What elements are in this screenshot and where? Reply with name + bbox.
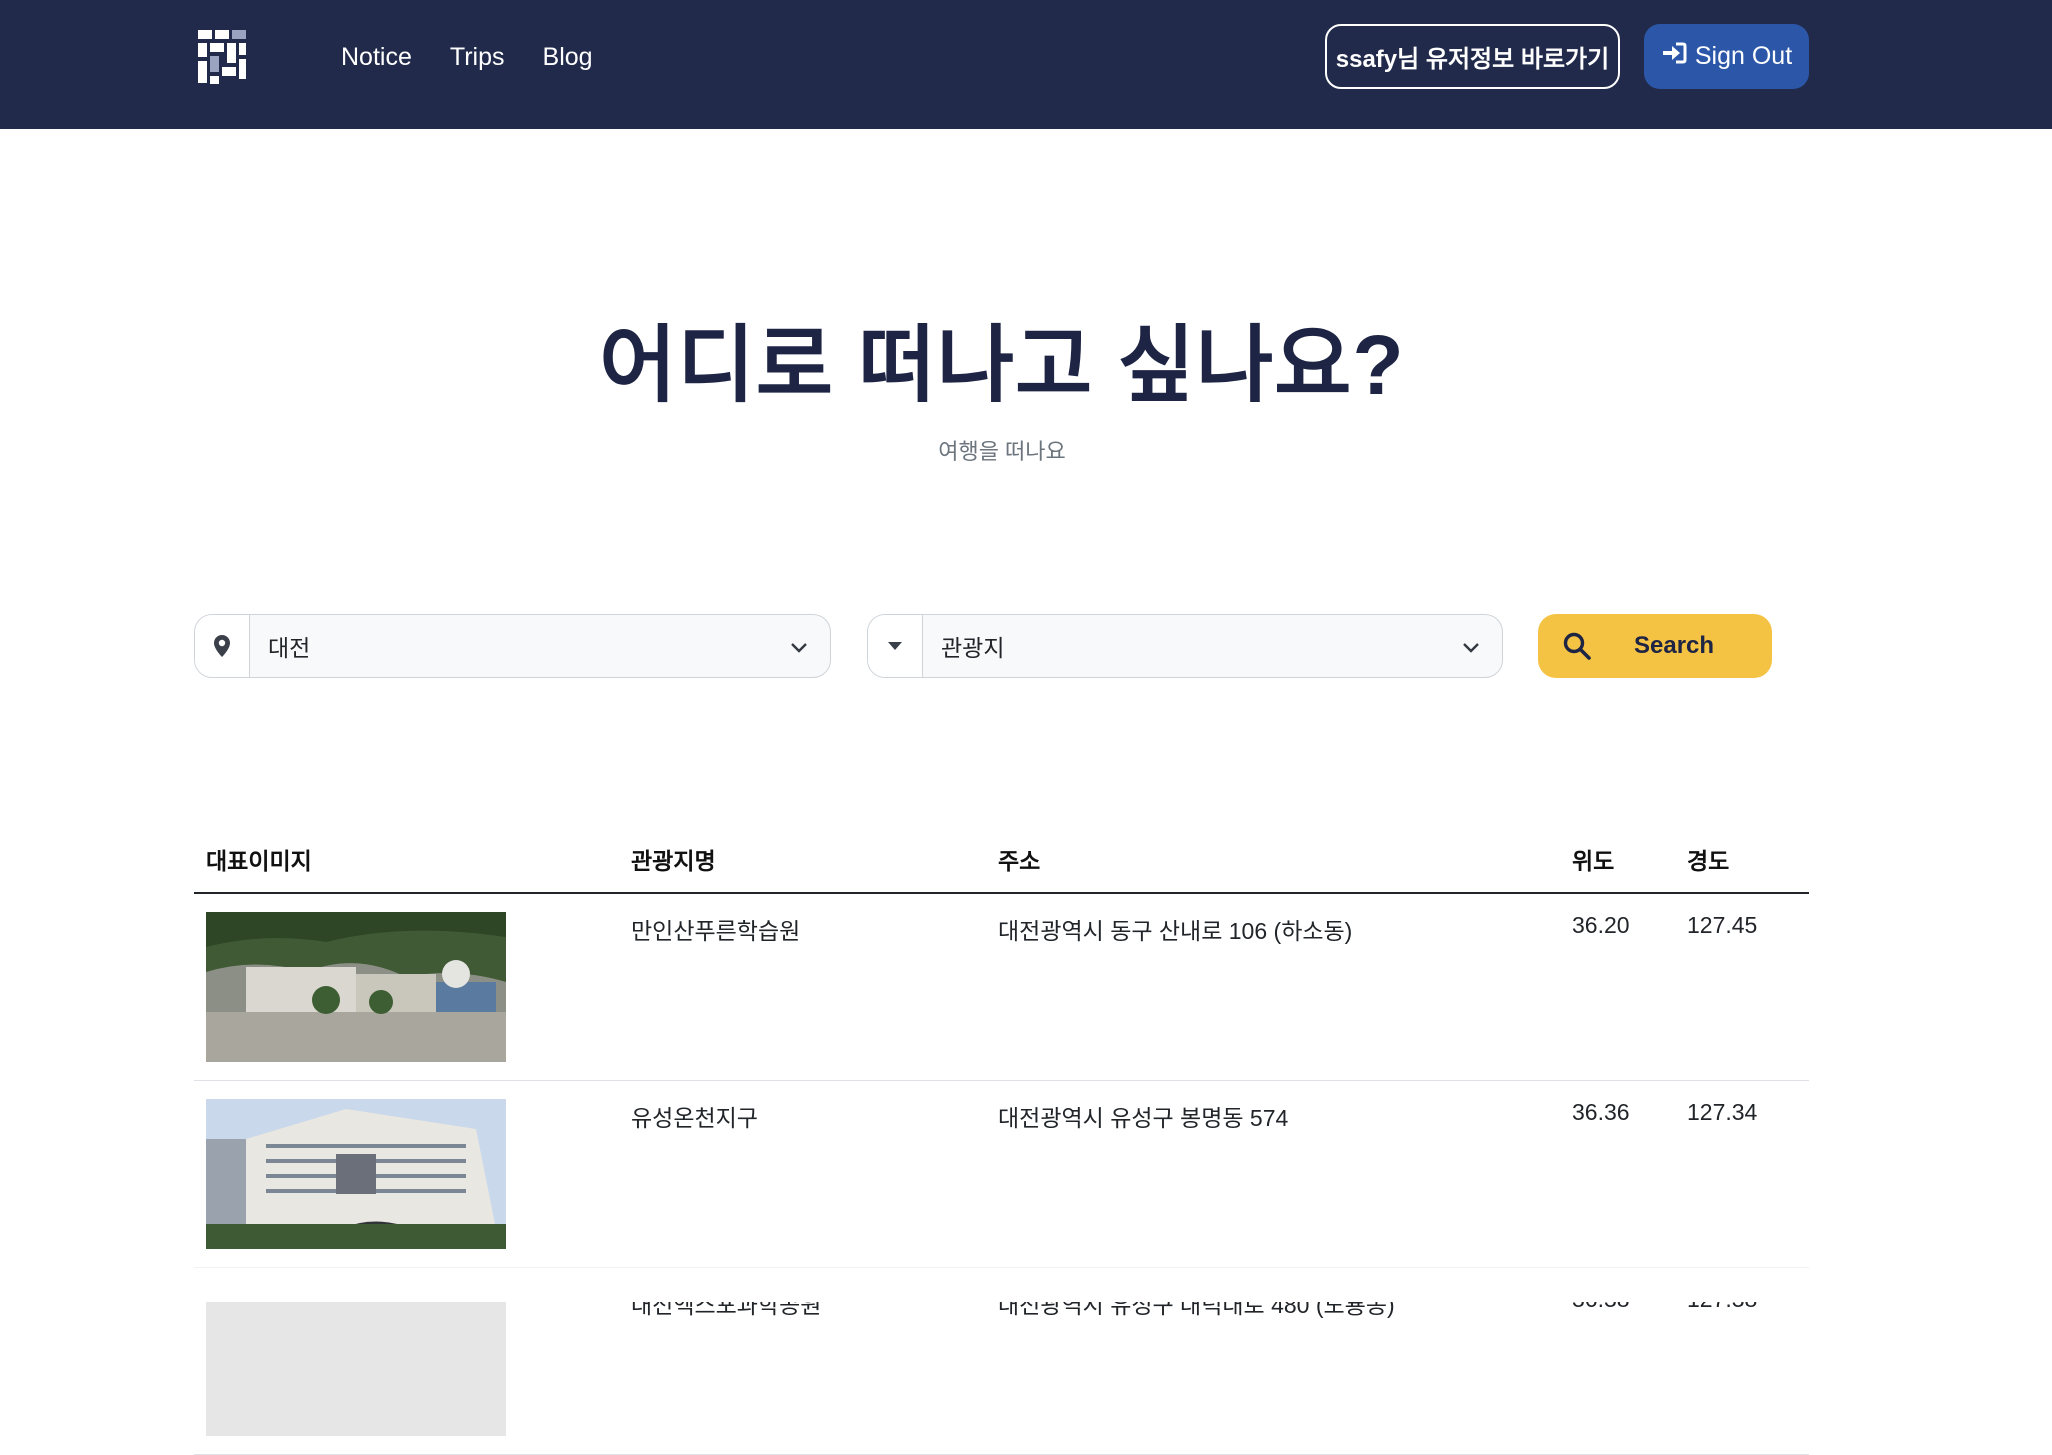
type-select-group: 관광지 bbox=[867, 614, 1503, 678]
chevron-down-icon bbox=[1462, 633, 1480, 660]
header-address: 주소 bbox=[998, 848, 1041, 874]
navbar: Notice Trips Blog ssafy님 유저정보 바로가기 Sign … bbox=[0, 0, 2052, 129]
attraction-thumbnail bbox=[206, 1286, 506, 1436]
logo-icon[interactable] bbox=[196, 28, 248, 86]
region-select-group: 대전 bbox=[194, 614, 831, 678]
attraction-latitude: 36.36 bbox=[1572, 1099, 1630, 1125]
attractions-table: 대표이미지 관광지명 주소 위도 경도 만인산푸른학습원 대전광역시 동구 산내… bbox=[194, 832, 1809, 1455]
attraction-name: 유성온천지구 bbox=[631, 1105, 758, 1131]
header-image: 대표이미지 bbox=[206, 848, 312, 874]
header-latitude: 위도 bbox=[1572, 848, 1615, 874]
table-row[interactable]: 유성온천지구 대전광역시 유성구 봉명동 574 36.36 127.34 bbox=[194, 1081, 1809, 1268]
type-select[interactable]: 관광지 bbox=[923, 615, 1502, 677]
sign-out-button[interactable]: Sign Out bbox=[1644, 24, 1809, 89]
search-icon bbox=[1562, 631, 1592, 661]
attraction-latitude: 36.20 bbox=[1572, 912, 1630, 938]
attraction-thumbnail bbox=[206, 912, 506, 1062]
attraction-address: 대전광역시 동구 산내로 106 (하소동) bbox=[998, 918, 1353, 944]
hero-subtitle: 여행을 떠나요 bbox=[938, 439, 1066, 464]
nav-link-notice[interactable]: Notice bbox=[341, 43, 412, 72]
attraction-name: 만인산푸른학습원 bbox=[631, 918, 801, 944]
type-select-value: 관광지 bbox=[941, 635, 1005, 661]
region-select-value: 대전 bbox=[268, 635, 311, 661]
header-name: 관광지명 bbox=[631, 848, 716, 874]
nav-links: Notice Trips Blog bbox=[341, 0, 593, 114]
search-button-label: Search bbox=[1634, 632, 1715, 659]
sign-in-arrow-icon bbox=[1661, 41, 1687, 72]
map-pin-icon bbox=[195, 615, 250, 677]
table-header: 대표이미지 관광지명 주소 위도 경도 bbox=[194, 832, 1809, 894]
attraction-longitude: 127.34 bbox=[1687, 1099, 1758, 1125]
nav-link-blog[interactable]: Blog bbox=[543, 43, 593, 72]
sign-out-label: Sign Out bbox=[1694, 42, 1793, 70]
attraction-address: 대전광역시 유성구 봉명동 574 bbox=[998, 1105, 1289, 1131]
search-button[interactable]: Search bbox=[1538, 614, 1772, 678]
hero-title: 어디로 떠나고 싶나요? bbox=[599, 318, 1405, 412]
caret-down-icon bbox=[868, 615, 923, 677]
nav-link-trips[interactable]: Trips bbox=[450, 43, 505, 72]
header-longitude: 경도 bbox=[1687, 848, 1730, 874]
attraction-thumbnail bbox=[206, 1099, 506, 1249]
user-info-button[interactable]: ssafy님 유저정보 바로가기 bbox=[1325, 24, 1620, 89]
bottom-fade bbox=[0, 1255, 2052, 1302]
region-select[interactable]: 대전 bbox=[250, 615, 830, 677]
attraction-longitude: 127.45 bbox=[1687, 912, 1758, 938]
table-row[interactable]: 만인산푸른학습원 대전광역시 동구 산내로 106 (하소동) 36.20 12… bbox=[194, 894, 1809, 1081]
chevron-down-icon bbox=[790, 633, 808, 660]
